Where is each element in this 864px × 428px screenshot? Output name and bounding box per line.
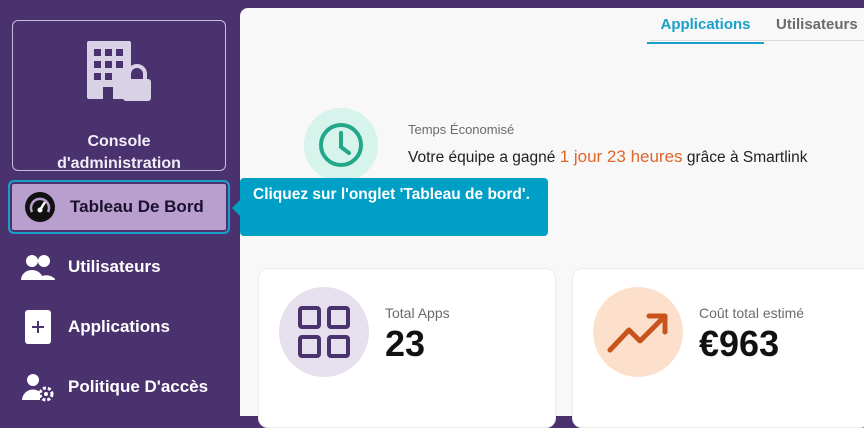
clock-icon xyxy=(304,108,378,182)
console-card[interactable]: Console d'administration xyxy=(12,20,226,172)
grid-icon xyxy=(279,287,369,377)
trend-up-icon xyxy=(593,287,683,377)
sidebar-item-label: Applications xyxy=(68,317,171,336)
sidebar-item-access-policy[interactable]: Politique D'accès xyxy=(8,360,230,414)
tab-divider xyxy=(650,40,864,41)
total-apps-label: Total Apps xyxy=(385,305,450,321)
tab-bar: Applications Utilisateurs xyxy=(647,8,864,44)
time-saved-value: 1 jour 23 heures xyxy=(559,147,683,166)
console-title: Console d'administration xyxy=(57,133,181,172)
guide-tooltip: Cliquez sur l'onglet 'Tableau de bord'. xyxy=(240,178,548,236)
add-app-icon xyxy=(20,309,56,345)
tab-applications[interactable]: Applications xyxy=(647,8,764,44)
total-cost-card: Coût total estimé €963 xyxy=(572,268,864,428)
gauge-icon xyxy=(22,189,58,225)
tab-users[interactable]: Utilisateurs xyxy=(764,8,864,42)
user-gear-icon xyxy=(20,369,56,405)
sidebar-item-users[interactable]: Utilisateurs xyxy=(8,240,230,294)
total-cost-label: Coût total estimé xyxy=(699,305,805,321)
time-saved-text: Votre équipe a gagné 1 jour 23 heures gr… xyxy=(408,147,808,166)
total-apps-card: Total Apps 23 xyxy=(258,268,556,428)
sidebar-item-applications[interactable]: Applications xyxy=(8,300,230,354)
sidebar-item-dashboard[interactable]: Tableau De Bord xyxy=(8,180,230,234)
building-lock-icon xyxy=(87,41,151,101)
sidebar: Console d'administration Tableau De Bord… xyxy=(0,0,240,416)
sidebar-item-label: Politique D'accès xyxy=(68,377,209,396)
total-apps-value: 23 xyxy=(385,323,426,364)
sidebar-item-label: Tableau De Bord xyxy=(70,197,204,216)
sidebar-item-label: Utilisateurs xyxy=(68,257,161,276)
time-saved-label: Temps Économisé xyxy=(408,122,515,137)
total-cost-value: €963 xyxy=(699,323,780,364)
users-icon xyxy=(20,249,56,285)
